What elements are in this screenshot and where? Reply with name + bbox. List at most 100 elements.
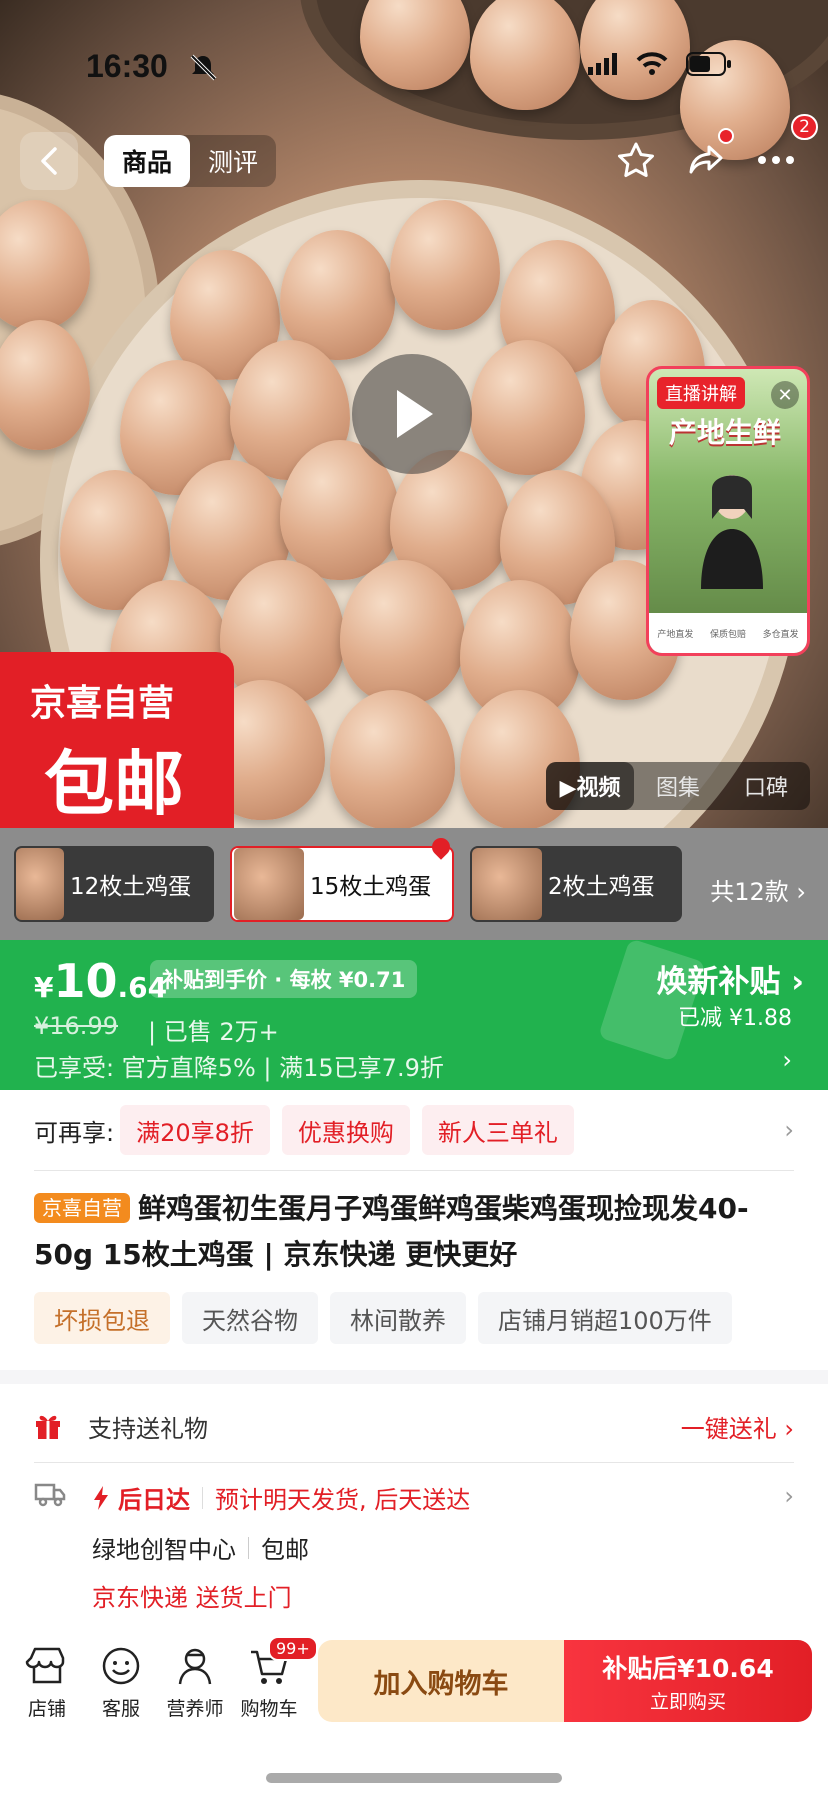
share-icon: [689, 145, 723, 174]
subsidy-price-tag: 补贴到手价 · 每枚 ¥0.71: [150, 960, 418, 998]
renewal-subsidy-title[interactable]: 焕新补贴 ›: [656, 956, 804, 1001]
divider: [202, 1486, 203, 1509]
store-icon: [25, 1647, 65, 1684]
tab-product[interactable]: 商品: [104, 135, 190, 187]
promo-chip[interactable]: 优惠换购: [281, 1105, 410, 1155]
status-time: 16:30: [86, 48, 168, 84]
media-tabs: ▶视频 图集 口碑: [546, 762, 810, 810]
variant-hot-dot: [428, 834, 454, 860]
product-tag[interactable]: 店铺月销超100万件: [478, 1292, 732, 1344]
live-feature-item: 保质包赔: [709, 629, 746, 640]
live-stream-window[interactable]: 直播讲解 ✕ 产地生鲜 产地直发 保质包赔 多仓直发: [646, 366, 810, 656]
delivery-speed: 后日达: [118, 1486, 190, 1514]
star-icon: [618, 142, 654, 177]
delivery-estimate: 后日达 预计明天发货, 后天送达: [92, 1480, 470, 1515]
streamer-avatar-icon: [701, 475, 763, 589]
discount-summary: 已享受: 官方直降5% | 满15已享7.9折: [34, 1054, 444, 1082]
shipping-fee: 包邮: [261, 1536, 309, 1564]
price-panel[interactable]: ¥10.64 补贴到手价 · 每枚 ¥0.71 ¥16.99 | 已售 2万+ …: [0, 938, 828, 1090]
product-tags: 坏损包退 天然谷物 林间散养 店铺月销超100万件: [34, 1292, 732, 1344]
self-operated-badge: 京喜自营 包邮: [0, 652, 234, 828]
extra-promotions[interactable]: 可再享: 满20享8折 优惠换购 新人三单礼 ›: [0, 1090, 828, 1170]
product-tag[interactable]: 坏损包退: [34, 1292, 170, 1344]
home-indicator: [266, 1773, 562, 1783]
tab-review[interactable]: 测评: [190, 135, 276, 187]
product-title: 京喜自营 鲜鸡蛋初生蛋月子鸡蛋鲜鸡蛋柴鸡蛋现捡现发40-50g 15枚土鸡蛋 | …: [34, 1186, 804, 1278]
cellular-signal-icon: [588, 53, 617, 75]
chevron-right-icon: ›: [782, 1046, 792, 1074]
promo-label: 可再享:: [34, 1118, 115, 1147]
person-icon: [178, 1648, 212, 1685]
favorite-button[interactable]: [614, 138, 658, 182]
lightning-icon: [94, 1485, 108, 1510]
media-tab-video[interactable]: ▶视频: [546, 762, 634, 810]
gift-row[interactable]: 支持送礼物 一键送礼 ›: [34, 1396, 794, 1456]
variant-thumbnail: [234, 848, 304, 920]
status-bar: 16:30: [0, 40, 828, 100]
add-to-cart-button[interactable]: 加入购物车: [318, 1640, 564, 1722]
live-title: 产地生鲜: [669, 416, 782, 449]
divider: [34, 1462, 794, 1463]
customer-service-label: 客服: [101, 1698, 140, 1720]
live-feature-item: 产地直发: [657, 629, 694, 640]
top-actions: 2: [614, 114, 818, 182]
top-tabs: 商品 测评: [104, 135, 276, 187]
media-tab-gallery[interactable]: 图集: [634, 770, 722, 802]
product-title-text: 鲜鸡蛋初生蛋月子鸡蛋鲜鸡蛋柴鸡蛋现捡现发40-50g 15枚土鸡蛋 | 京东快递…: [34, 1192, 749, 1271]
store-label: 店铺: [27, 1698, 66, 1720]
variant-option[interactable]: 2枚土鸡蛋: [470, 846, 682, 922]
gift-icon: [36, 1415, 60, 1439]
chevron-right-icon: ›: [784, 1116, 794, 1144]
share-button[interactable]: [684, 128, 734, 182]
badge-line2: 包邮: [44, 743, 184, 825]
more-button[interactable]: 2: [754, 114, 818, 182]
back-button[interactable]: [20, 132, 78, 190]
divider: [34, 1170, 794, 1171]
variant-thumbnail: [16, 848, 64, 920]
variants-total-link[interactable]: 共12款 ›: [710, 872, 806, 907]
divider: [248, 1536, 249, 1559]
variant-option-selected[interactable]: 15枚土鸡蛋: [230, 834, 454, 922]
variant-option[interactable]: 12枚土鸡蛋: [14, 846, 214, 922]
send-gift-link[interactable]: 一键送礼 ›: [681, 1409, 794, 1444]
live-tag: 直播讲解: [657, 377, 745, 409]
address-text: 绿地创智中心: [92, 1536, 236, 1564]
variant-label: 15枚土鸡蛋: [310, 874, 432, 900]
bottom-action-bar: 店铺 客服 营养师 购物车 99+ 加入购物车 补贴后¥10.64 立即购买: [0, 1630, 828, 1750]
original-price-value: ¥16.99: [34, 1012, 118, 1040]
self-operated-tag: 京喜自营: [34, 1193, 130, 1223]
promo-chip[interactable]: 新人三单礼: [421, 1105, 574, 1155]
cart-button[interactable]: 购物车 99+: [234, 1636, 318, 1721]
variant-label: 2枚土鸡蛋: [548, 874, 655, 900]
badge-line1: 京喜自营: [30, 683, 175, 724]
customer-service-button[interactable]: 客服: [86, 1644, 156, 1721]
product-tag[interactable]: 天然谷物: [182, 1292, 318, 1344]
play-icon: [397, 390, 433, 438]
buy-price-label: 补贴后¥10.64: [602, 1653, 774, 1683]
store-button[interactable]: 店铺: [12, 1644, 82, 1721]
nutritionist-button[interactable]: 营养师: [160, 1644, 230, 1721]
play-video-button[interactable]: [352, 354, 472, 474]
promo-chip[interactable]: 满20享8折: [120, 1105, 270, 1155]
live-feature-item: 多仓直发: [762, 629, 799, 640]
product-tag[interactable]: 林间散养: [330, 1292, 466, 1344]
sold-count: | 已售 2万+: [148, 1018, 279, 1046]
delivery-estimate-text: 预计明天发货, 后天送达: [215, 1486, 471, 1514]
live-feature-bar: 产地直发 保质包赔 多仓直发: [649, 613, 807, 653]
section-gap: [0, 1370, 828, 1384]
delivery-address: 绿地创智中心 包邮: [92, 1530, 309, 1565]
media-tab-reviews[interactable]: 口碑: [722, 770, 810, 802]
gift-label: 支持送礼物: [88, 1414, 208, 1443]
buy-now-button[interactable]: 补贴后¥10.64 立即购买: [564, 1640, 812, 1722]
variant-thumbnail: [472, 848, 542, 920]
carrier-info: 京东快递 送货上门: [92, 1584, 292, 1612]
price-integer: 10: [53, 954, 118, 1008]
share-notification-dot: [718, 128, 734, 144]
renewal-subsidy-label: 焕新补贴: [656, 964, 781, 1000]
current-price: ¥10.64: [34, 954, 167, 1008]
live-close-button[interactable]: ✕: [771, 381, 799, 409]
product-hero-image[interactable]: 16:30 商品 测评 2 直播讲解 ✕ 产地生鲜 产地直发 保质包赔 多仓直发…: [0, 0, 828, 828]
price-currency: ¥: [34, 971, 54, 1004]
nutritionist-label: 营养师: [166, 1698, 224, 1720]
battery-icon: [686, 52, 731, 76]
